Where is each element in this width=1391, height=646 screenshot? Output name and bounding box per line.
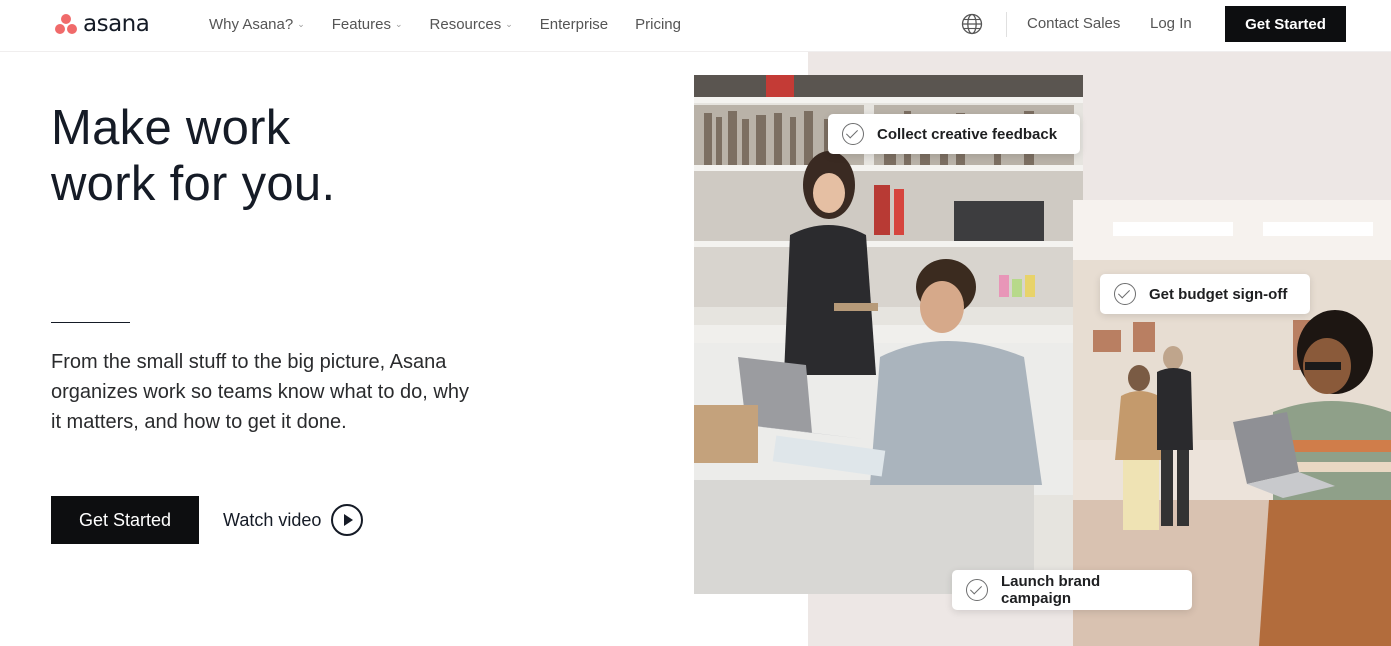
play-icon [331,504,364,536]
watch-video-button[interactable]: Watch video [223,503,364,537]
logo-wordmark: asana [83,11,150,37]
main-menu: Why Asana? ⌄ Features ⌄ Resources ⌄ Ente… [209,0,708,48]
task-chip-label: Launch brand campaign [1001,573,1101,607]
task-chip: Collect creative feedback [828,114,1080,154]
menu-item-label: Pricing [635,15,681,33]
menu-item-label: Features [331,15,391,33]
menu-item-label: Enterprise [539,15,609,33]
menu-item-label: Why Asana? [209,15,294,33]
check-circle-icon [1114,283,1136,305]
hero-get-started-button[interactable]: Get Started [51,496,199,544]
contact-sales-link[interactable]: Contact Sales [1027,15,1120,32]
globe-icon[interactable] [961,13,983,35]
headline-divider [51,322,130,323]
task-chip-label: Collect creative feedback [877,125,1058,143]
task-chip: Launch brand campaign [952,570,1192,610]
task-chip: Get budget sign-off [1100,274,1310,314]
task-chip-label: Get budget sign-off [1149,285,1288,303]
chevron-down-icon: ⌄ [297,18,305,29]
menu-item-label: Resources [429,15,502,33]
asana-logo-icon [54,13,78,35]
chevron-down-icon: ⌄ [394,18,403,29]
top-navigation: asana Why Asana? ⌄ Features ⌄ Resources … [0,0,1391,52]
log-in-link[interactable]: Log In [1150,15,1192,32]
hero-headline: Make work work for you. [51,100,335,212]
headline-line-1: Make work [51,101,291,155]
menu-item-features[interactable]: Features ⌄ [332,16,403,33]
nav-divider [1006,12,1007,37]
menu-item-pricing[interactable]: Pricing [635,16,681,33]
check-circle-icon [966,579,988,601]
asana-logo[interactable]: asana [54,11,150,37]
get-started-button[interactable]: Get Started [1225,6,1346,42]
menu-item-enterprise[interactable]: Enterprise [540,16,608,33]
check-circle-icon [842,123,864,145]
hero-description: From the small stuff to the big picture,… [51,351,469,433]
headline-line-2: work for you. [51,157,336,211]
menu-item-why-asana[interactable]: Why Asana? ⌄ [209,16,305,33]
menu-item-resources[interactable]: Resources ⌄ [430,16,513,33]
chevron-down-icon: ⌄ [505,18,513,29]
watch-video-label: Watch video [223,509,322,530]
